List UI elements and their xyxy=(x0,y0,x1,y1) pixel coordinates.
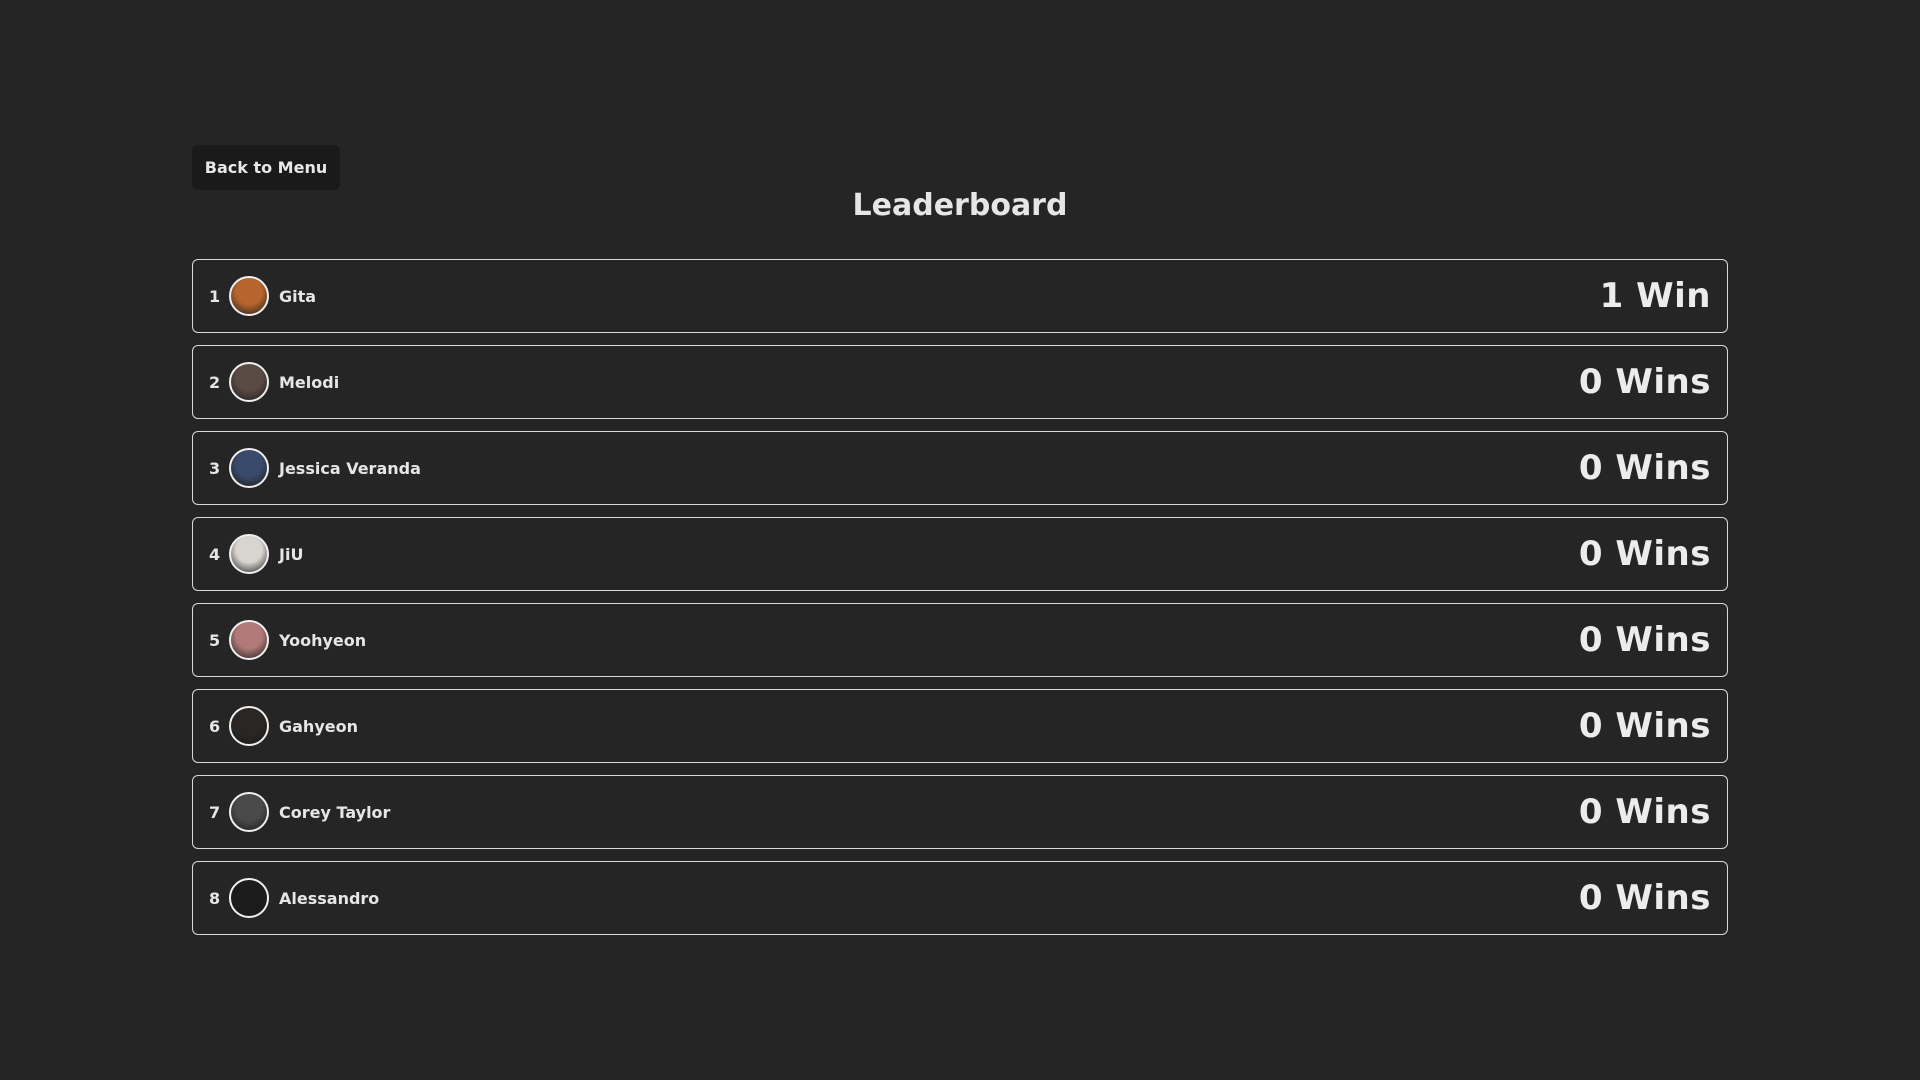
win-count: 0 Wins xyxy=(1578,448,1711,488)
win-count: 0 Wins xyxy=(1578,620,1711,660)
player-name: JiU xyxy=(279,544,304,564)
win-count: 0 Wins xyxy=(1578,534,1711,574)
player-avatar xyxy=(229,448,269,488)
leaderboard-row: 1 Gita 1 Win xyxy=(192,259,1728,333)
player-avatar xyxy=(229,878,269,918)
player-name: Melodi xyxy=(279,372,340,392)
win-count: 1 Win xyxy=(1599,276,1711,316)
rank-number: 2 xyxy=(209,372,221,392)
back-to-menu-button[interactable]: Back to Menu xyxy=(192,145,340,190)
leaderboard-row: 5 Yoohyeon 0 Wins xyxy=(192,603,1728,677)
player-name: Jessica Veranda xyxy=(279,458,421,478)
player-name: Yoohyeon xyxy=(279,630,367,650)
leaderboard-row: 3 Jessica Veranda 0 Wins xyxy=(192,431,1728,505)
rank-number: 4 xyxy=(209,544,221,564)
leaderboard-row: 6 Gahyeon 0 Wins xyxy=(192,689,1728,763)
leaderboard-row: 4 JiU 0 Wins xyxy=(192,517,1728,591)
leaderboard-row: 2 Melodi 0 Wins xyxy=(192,345,1728,419)
player-name: Gita xyxy=(279,286,317,306)
leaderboard-row: 8 Alessandro 0 Wins xyxy=(192,861,1728,935)
rank-number: 8 xyxy=(209,888,221,908)
player-avatar xyxy=(229,620,269,660)
rank-number: 5 xyxy=(209,630,221,650)
player-avatar xyxy=(229,792,269,832)
player-name: Alessandro xyxy=(279,888,380,908)
rank-number: 7 xyxy=(209,802,221,822)
leaderboard-page: Back to Menu Leaderboard 1 Gita 1 Win 2 … xyxy=(0,0,1920,1080)
player-name: Gahyeon xyxy=(279,716,358,736)
win-count: 0 Wins xyxy=(1578,362,1711,402)
player-avatar xyxy=(229,534,269,574)
rank-number: 3 xyxy=(209,458,221,478)
player-avatar xyxy=(229,706,269,746)
win-count: 0 Wins xyxy=(1578,792,1711,832)
rank-number: 6 xyxy=(209,716,221,736)
player-name: Corey Taylor xyxy=(279,802,391,822)
leaderboard-list: 1 Gita 1 Win 2 Melodi 0 Wins 3 Jessica V… xyxy=(192,259,1728,947)
win-count: 0 Wins xyxy=(1578,706,1711,746)
player-avatar xyxy=(229,362,269,402)
leaderboard-row: 7 Corey Taylor 0 Wins xyxy=(192,775,1728,849)
player-avatar xyxy=(229,276,269,316)
rank-number: 1 xyxy=(209,286,221,306)
win-count: 0 Wins xyxy=(1578,878,1711,918)
page-title: Leaderboard xyxy=(852,188,1068,223)
